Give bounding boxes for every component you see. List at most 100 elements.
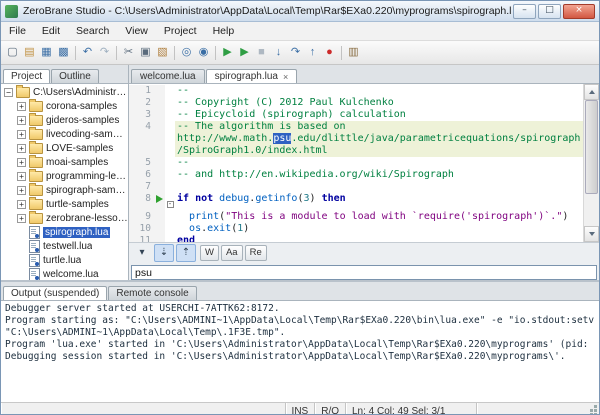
debug-run-icon[interactable]: ▶	[236, 44, 253, 61]
tree-folder-item[interactable]: +livecoding-samples	[1, 127, 128, 141]
step-over-icon[interactable]: ↷	[287, 44, 304, 61]
expand-expander-icon[interactable]: +	[17, 130, 26, 139]
tree-folder-item[interactable]: +turtle-samples	[1, 197, 128, 211]
expand-expander-icon[interactable]: +	[17, 158, 26, 167]
code-token: if	[177, 193, 189, 204]
tree-item-label: LOVE-samples	[46, 143, 113, 154]
find-replace-icon[interactable]: ◉	[195, 44, 212, 61]
tree-folder-item[interactable]: +zerobrane-lessons	[1, 211, 128, 225]
tree-folder-item[interactable]: +gideros-samples	[1, 113, 128, 127]
scroll-down-icon[interactable]	[584, 226, 599, 242]
scrollbar-thumb[interactable]	[585, 100, 598, 194]
menu-edit[interactable]: Edit	[34, 24, 68, 38]
cut-icon[interactable]: ✂	[120, 44, 137, 61]
tab-close-icon[interactable]: ×	[283, 72, 288, 82]
scrollbar-track[interactable]	[584, 194, 599, 226]
line-number: 1	[129, 85, 154, 97]
tree-folder-item[interactable]: +programming-lessons	[1, 169, 128, 183]
fold-margin	[165, 223, 175, 235]
expand-expander-icon[interactable]: +	[17, 186, 26, 195]
expand-expander-icon[interactable]: +	[17, 172, 26, 181]
tab-spirograph-lua[interactable]: spirograph.lua ×	[206, 69, 298, 83]
code-text: -- The algorithm is based on http://www.…	[175, 121, 583, 157]
line-number: 8	[129, 193, 154, 211]
menu-help[interactable]: Help	[205, 24, 243, 38]
maximize-button[interactable]: □	[538, 4, 561, 19]
marker-margin	[154, 121, 165, 157]
whole-word-toggle[interactable]: W	[200, 245, 219, 261]
fold-collapse-icon[interactable]: -	[167, 201, 174, 208]
copy-icon[interactable]: ▣	[137, 44, 154, 61]
collapse-expander-icon[interactable]: −	[4, 88, 13, 97]
line-number: 10	[129, 223, 154, 235]
find-icon[interactable]: ◎	[178, 44, 195, 61]
step-into-icon[interactable]: ↓	[270, 44, 287, 61]
regex-toggle[interactable]: Re	[245, 245, 267, 261]
line-number: 7	[129, 181, 154, 193]
stop-icon[interactable]: ■	[253, 44, 270, 61]
run-icon[interactable]: ▶	[219, 44, 236, 61]
find-menu-icon[interactable]: ▾	[132, 244, 152, 262]
tree-folder-item[interactable]: +corona-samples	[1, 99, 128, 113]
find-next-icon[interactable]: ⇣	[154, 244, 174, 262]
menu-search[interactable]: Search	[68, 24, 117, 38]
project-panel: Project Outline −C:\Users\Administrator\…	[1, 65, 129, 280]
tree-item-label: turtle.lua	[43, 255, 81, 266]
expand-expander-icon[interactable]: +	[17, 200, 26, 209]
search-input[interactable]	[131, 265, 597, 280]
code-text: --	[175, 157, 583, 169]
code-editor[interactable]: 1--2-- Copyright (C) 2012 Paul Kulchenko…	[129, 84, 599, 242]
help-book-icon[interactable]: ▥	[345, 44, 362, 61]
output-console[interactable]: Debugger server started at USERCHI-7ATTK…	[1, 301, 599, 402]
tree-folder-item[interactable]: + LOVE-samples	[1, 141, 128, 155]
code-token: "This is a module to load with `require(…	[225, 211, 562, 222]
code-line: 1--	[129, 85, 583, 97]
code-area[interactable]: 1--2-- Copyright (C) 2012 Paul Kulchenko…	[129, 84, 583, 242]
project-tree[interactable]: −C:\Users\Administrator\App...+corona-sa…	[1, 84, 128, 280]
find-prev-icon[interactable]: ⇡	[176, 244, 196, 262]
find-input-row	[129, 263, 599, 280]
fold-margin	[165, 85, 175, 97]
breakpoint-icon[interactable]: ●	[321, 44, 338, 61]
redo-icon[interactable]: ↷	[96, 44, 113, 61]
tree-folder-item[interactable]: +moai-samples	[1, 155, 128, 169]
tree-file-item[interactable]: testwell.lua	[1, 239, 128, 253]
code-text: os.exit(1)	[175, 223, 583, 235]
tree-file-item[interactable]: turtle.lua	[1, 253, 128, 267]
tab-remote-console[interactable]: Remote console	[108, 286, 196, 300]
tab-welcome-lua[interactable]: welcome.lua	[131, 69, 205, 83]
status-right-spacer	[477, 403, 599, 415]
paste-icon[interactable]: ▧	[154, 44, 171, 61]
code-text: -- and http://en.wikipedia.org/wiki/Spir…	[175, 169, 583, 181]
new-file-icon[interactable]: ▢	[4, 44, 21, 61]
minimize-button[interactable]: –	[513, 4, 536, 19]
code-text: if not debug.getinfo(3) then	[175, 193, 583, 211]
expand-expander-icon[interactable]: +	[17, 102, 26, 111]
find-buttons: ▾⇣⇡	[132, 244, 196, 262]
tab-project[interactable]: Project	[3, 69, 50, 83]
tree-file-item[interactable]: spirograph.lua	[1, 225, 128, 239]
expand-expander-icon[interactable]: +	[17, 144, 26, 153]
scroll-up-icon[interactable]	[584, 84, 599, 100]
code-token: --	[177, 157, 189, 168]
undo-icon[interactable]: ↶	[79, 44, 96, 61]
tree-file-item[interactable]: welcome.lua	[1, 267, 128, 280]
save-all-icon[interactable]: ▩	[55, 44, 72, 61]
expand-expander-icon[interactable]: +	[17, 214, 26, 223]
code-token: psu	[273, 133, 291, 144]
tab-outline[interactable]: Outline	[51, 69, 99, 83]
menu-project[interactable]: Project	[156, 24, 205, 38]
menu-file[interactable]: File	[1, 24, 34, 38]
line-number: 2	[129, 97, 154, 109]
match-case-toggle[interactable]: Aa	[221, 245, 243, 261]
step-out-icon[interactable]: ↑	[304, 44, 321, 61]
editor-scrollbar[interactable]	[583, 84, 599, 242]
tree-folder-item[interactable]: +spirograph-samples	[1, 183, 128, 197]
tree-root-item[interactable]: −C:\Users\Administrator\App...	[1, 85, 128, 99]
save-icon[interactable]: ▦	[38, 44, 55, 61]
menu-view[interactable]: View	[117, 24, 156, 38]
close-button[interactable]: ×	[563, 4, 595, 19]
tab-output[interactable]: Output (suspended)	[3, 286, 107, 300]
open-file-icon[interactable]: ▤	[21, 44, 38, 61]
expand-expander-icon[interactable]: +	[17, 116, 26, 125]
